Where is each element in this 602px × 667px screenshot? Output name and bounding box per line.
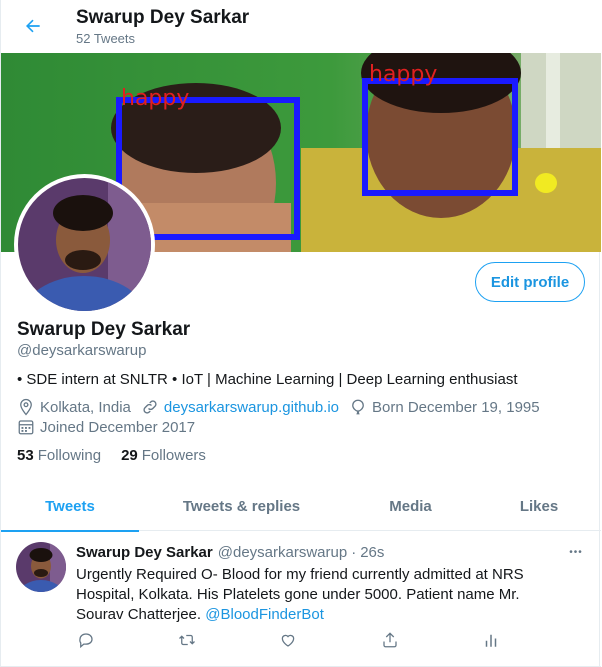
arrow-left-icon [26,19,40,33]
location-item: Kolkata, India [17,398,131,416]
location-text: Kolkata, India [40,398,131,416]
tweet-header: Swarup Dey Sarkar @deysarkarswarup · 26s [76,544,384,561]
following-count: 53 [17,447,34,464]
retweet-button[interactable] [177,630,197,650]
analytics-button[interactable] [481,630,501,650]
tweet-mention-link[interactable]: @BloodFinderBot [205,606,324,623]
back-button[interactable] [19,12,47,40]
location-pin-icon [20,398,32,416]
tab-media[interactable]: Media [344,481,477,531]
profile-meta-row: Kolkata, India deysarkarswarup.github.io… [17,398,550,416]
profile-bio: • SDE intern at SNLTR • IoT | Machine Le… [17,371,518,388]
tweet-author-handle[interactable]: @deysarkarswarup [218,544,347,561]
tab-tweets[interactable]: Tweets [1,481,139,532]
profile-joined-row: Joined December 2017 [17,418,205,436]
like-button[interactable] [278,630,298,650]
share-button[interactable] [380,630,400,650]
more-options-button[interactable]: ••• [564,543,588,561]
profile-name: Swarup Dey Sarkar [17,319,191,340]
website-item[interactable]: deysarkarswarup.github.io [141,398,339,416]
tab-likes[interactable]: Likes [477,481,601,531]
reply-button[interactable] [76,630,96,650]
share-icon [383,632,397,648]
analytics-icon [485,634,497,647]
tweet-author-name[interactable]: Swarup Dey Sarkar [76,544,213,561]
tweet-item[interactable]: Swarup Dey Sarkar @deysarkarswarup · 26s… [1,531,601,667]
tweet-text: Urgently Required O- Blood for my friend… [76,565,546,625]
balloon-icon [352,399,364,415]
tweet-timestamp[interactable]: 26s [360,544,384,561]
profile-tabs: Tweets Tweets & replies Media Likes [1,481,601,532]
tweet-avatar[interactable] [16,542,66,592]
profile-page: Swarup Dey Sarkar 52 Tweets happy happy … [0,0,601,667]
followers-label: Followers [141,447,206,464]
banner-label-right: happy [369,62,437,87]
profile-handle: @deysarkarswarup [17,342,147,359]
followers-count: 29 [121,447,138,464]
header-title: Swarup Dey Sarkar [76,7,250,28]
tweet-actions [76,630,556,650]
more-icon: ••• [569,546,583,558]
tweet-count: 52 Tweets [76,31,136,46]
retweet-icon [179,634,195,646]
joined-item: Joined December 2017 [17,418,195,436]
heart-icon [281,634,295,647]
followers-link[interactable]: 29 Followers [121,447,206,464]
profile-avatar[interactable] [14,174,155,315]
follow-stats: 53 Following 29 Followers [17,447,226,464]
edit-profile-button[interactable]: Edit profile [475,262,585,302]
birthday-text: Born December 19, 1995 [372,398,540,416]
tab-tweets-and-replies[interactable]: Tweets & replies [139,481,344,531]
calendar-icon [18,420,34,435]
profile-header: Swarup Dey Sarkar 52 Tweets [1,0,601,53]
link-icon [143,400,157,414]
reply-icon [79,633,93,649]
joined-text: Joined December 2017 [40,418,196,436]
tweet-separator: · [351,544,357,561]
banner-label-left: happy [121,86,189,111]
birthday-item: Born December 19, 1995 [349,398,540,416]
website-link[interactable]: deysarkarswarup.github.io [164,399,339,416]
following-link[interactable]: 53 Following [17,447,101,464]
following-label: Following [37,447,102,464]
